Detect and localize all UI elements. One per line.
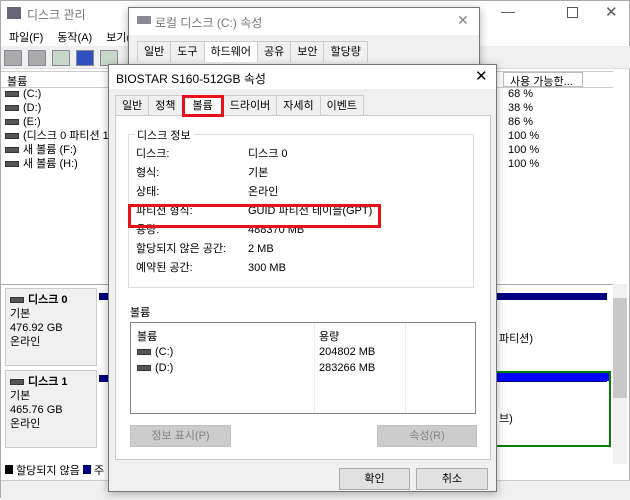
info-label: 형식:	[136, 167, 160, 179]
drive-icon	[137, 16, 151, 24]
partition-label: 브)	[499, 413, 513, 425]
tab-events[interactable]: 이벤트	[319, 95, 364, 116]
list-item[interactable]: 새 볼륨 (H:)	[5, 157, 115, 171]
free-value: 100 %	[508, 158, 540, 170]
info-label: 예약된 공간:	[136, 262, 193, 274]
window-title: 디스크 관리	[27, 8, 86, 22]
ok-button[interactable]: 확인	[339, 468, 410, 490]
dialog-title: 로컬 디스크 (C:) 속성	[155, 16, 263, 30]
disk-icon	[10, 379, 24, 386]
highlight-partition-style	[128, 204, 381, 228]
list-item[interactable]: (E:)	[5, 115, 115, 129]
info-value: 디스크 0	[248, 148, 288, 160]
dialog-title: BIOSTAR S160-512GB 속성	[116, 72, 266, 86]
drive-icon	[5, 91, 19, 98]
properties-button[interactable]: 속성(R)	[377, 425, 477, 447]
tab-security[interactable]: 보안	[290, 41, 325, 62]
list-item[interactable]: (D:)	[137, 362, 173, 374]
minimize-button[interactable]: —	[501, 3, 515, 19]
populate-button[interactable]: 정보 표시(P)	[130, 425, 231, 447]
partition-label: 파티션)	[499, 333, 534, 345]
drive-icon	[5, 119, 19, 126]
show-hide-icon[interactable]	[52, 50, 70, 66]
forward-icon[interactable]	[28, 50, 46, 66]
drive-icon	[137, 349, 151, 356]
legend: 할당되지 않음 주	[5, 462, 104, 478]
legend-swatch-primary	[82, 465, 91, 474]
menu-action[interactable]: 동작(A)	[57, 32, 92, 44]
tab-quota[interactable]: 할당량	[323, 41, 368, 62]
legend-label: 할당되지 않음	[16, 465, 80, 477]
cancel-button[interactable]: 취소	[416, 468, 488, 490]
disk-icon	[10, 297, 24, 304]
free-value: 100 %	[508, 144, 540, 156]
drive-icon	[5, 105, 19, 112]
free-value: 68 %	[508, 88, 534, 100]
legend-label: 주	[93, 465, 105, 477]
disk-status: 온라인	[10, 336, 41, 348]
title-bar: BIOSTAR S160-512GB 속성 ✕	[109, 65, 496, 89]
col-free[interactable]: 사용 가능한...	[503, 72, 583, 88]
list-item[interactable]: 새 볼륨 (F:)	[5, 143, 115, 157]
disk-type: 기본	[10, 308, 31, 320]
maximize-button[interactable]	[567, 7, 578, 18]
volume-size: 204802 MB	[319, 346, 376, 358]
app-icon	[7, 7, 21, 19]
disk-type: 기본	[10, 390, 31, 402]
info-value: 300 MB	[248, 262, 286, 274]
drive-icon	[5, 147, 19, 154]
disk-size: 476.92 GB	[10, 322, 63, 334]
back-icon[interactable]	[4, 50, 22, 66]
scrollbar[interactable]	[613, 284, 627, 464]
volumes-label: 볼륨	[130, 307, 151, 319]
col-volume[interactable]: 볼륨	[137, 328, 157, 344]
info-label: 디스크:	[136, 148, 170, 160]
volume-list: (C:) (D:) (E:) (디스크 0 파티션 1) 새 볼륨 (F:) 새…	[5, 87, 115, 171]
free-value: 86 %	[508, 116, 534, 128]
tab-policies[interactable]: 정책	[148, 95, 183, 116]
drive-icon	[137, 365, 151, 372]
group-title: 디스크 정보	[134, 127, 194, 143]
tab-general[interactable]: 일반	[137, 41, 172, 62]
col-capacity[interactable]: 용량	[319, 328, 339, 344]
drive-icon	[5, 161, 19, 168]
list-item[interactable]: (디스크 0 파티션 1)	[5, 129, 115, 143]
tab-hardware[interactable]: 하드웨어	[203, 41, 258, 62]
free-column: 68 % 38 % 86 % 100 % 100 % 100 %	[508, 87, 539, 171]
tab-sharing[interactable]: 공유	[256, 41, 292, 62]
close-button[interactable]: ✕	[457, 12, 469, 29]
drive-icon	[5, 133, 19, 140]
tab-volumes[interactable]: 볼륨	[181, 95, 224, 117]
list-item[interactable]: (C:)	[137, 346, 173, 358]
help-icon[interactable]	[76, 50, 94, 66]
disk-1-info[interactable]: 디스크 1 기본 465.76 GB 온라인	[5, 370, 97, 448]
info-value: 2 MB	[248, 243, 274, 255]
close-button[interactable]: ✕	[475, 67, 488, 85]
disk-status: 온라인	[10, 418, 41, 430]
tab-tools[interactable]: 도구	[170, 41, 205, 62]
free-value: 100 %	[508, 130, 540, 142]
tab-panel: 디스크 정보 디스크: 디스크 0 형식: 기본 상태: 온라인 파티션 형식: GUI…	[115, 115, 491, 460]
disk-size: 465.76 GB	[10, 404, 63, 416]
selected-partition[interactable]	[493, 371, 611, 447]
legend-swatch-unallocated	[5, 465, 13, 474]
tab-driver[interactable]: 드라이버	[222, 95, 278, 116]
info-value: 기본	[248, 167, 269, 179]
volume-size: 283266 MB	[319, 362, 376, 374]
info-label: 상태:	[136, 186, 160, 198]
disk-0-info[interactable]: 디스크 0 기본 476.92 GB 온라인	[5, 288, 97, 366]
tab-details[interactable]: 자세히	[276, 95, 321, 116]
close-button[interactable]: ✕	[605, 3, 618, 21]
list-item[interactable]: (D:)	[5, 101, 115, 115]
info-label: 할당되지 않은 공간:	[136, 243, 227, 255]
tab-general[interactable]: 일반	[115, 95, 150, 116]
list-item[interactable]: (C:)	[5, 87, 115, 101]
disk-properties-dialog: BIOSTAR S160-512GB 속성 ✕ 일반 정책 볼륨 드라이버 자세히 이벤트…	[108, 64, 497, 492]
menu-file[interactable]: 파일(F)	[9, 32, 43, 44]
free-value: 38 %	[508, 102, 534, 114]
info-value: 온라인	[248, 186, 279, 198]
volumes-list[interactable]: 볼륨 용량 (C:) 204802 MB (D:) 283266 MB	[130, 322, 476, 414]
